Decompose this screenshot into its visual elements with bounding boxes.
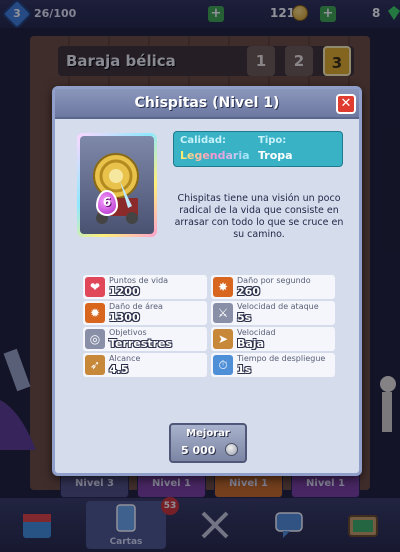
sword-icon: ⚔ [213,303,233,323]
card-description: Chispitas tiene una visión un poco radic… [174,193,344,240]
upgrade-cost: 5 000 [181,444,216,457]
stat-value: Terrestres [109,337,173,350]
stat-label: Velocidad de ataque [237,302,319,311]
elixir-cost-icon: 6 [96,190,118,216]
quality-value: Legendaria [180,149,250,162]
card-portrait: 6 [77,133,157,237]
stat-value: Baja [237,337,265,350]
target-icon: ◎ [85,329,105,349]
stat-label: Alcance [109,354,141,363]
bow-icon: ➶ [85,355,105,375]
clock-icon: ⏱ [213,355,233,375]
stat-hitpoints: ❤ Puntos de vida 1200 [83,275,207,299]
stat-range: ➶ Alcance 4.5 [83,353,207,377]
stat-deploy-time: ⏱ Tiempo de despliegue 1s [211,353,335,377]
coin-icon [225,443,238,456]
stat-targets: ◎ Objetivos Terrestres [83,327,207,351]
modal-title: Chispitas (Nivel 1) [134,95,280,111]
stat-value: 1200 [109,285,140,298]
sparky-card-art: 6 [80,136,154,234]
close-button[interactable]: ✕ [336,94,356,114]
card-info-modal: Chispitas (Nivel 1) ✕ 6 Calidad: Tipo: L… [52,86,362,476]
stat-label: Daño de área [109,302,163,311]
stat-label: Daño por segundo [237,276,311,285]
stat-value: 1s [237,363,252,376]
stat-label: Velocidad [237,328,276,337]
stat-speed: ➤ Velocidad Baja [211,327,335,351]
card-attributes-box: Calidad: Tipo: Legendaria Tropa [173,131,343,167]
stat-area-damage: ✹ Daño de área 1300 [83,301,207,325]
type-value: Tropa [258,149,293,162]
stat-value: 1300 [109,311,140,324]
stat-dps: ✸ Daño por segundo 260 [211,275,335,299]
explosion-icon: ✸ [213,277,233,297]
upgrade-label: Mejorar [186,428,230,439]
stat-value: 4.5 [109,363,129,376]
upgrade-button[interactable]: Mejorar 5 000 [169,423,247,463]
sparky-icon [93,153,139,224]
stat-label: Puntos de vida [109,276,169,285]
stat-value: 260 [237,285,260,298]
heart-icon: ❤ [85,277,105,297]
stat-label: Objetivos [109,328,147,337]
stat-attack-speed: ⚔ Velocidad de ataque 5s [211,301,335,325]
area-damage-icon: ✹ [85,303,105,323]
quality-label: Calidad: [180,135,227,146]
type-label: Tipo: [258,135,287,146]
stat-value: 5s [237,311,252,324]
stat-label: Tiempo de despliegue [237,354,326,363]
boot-icon: ➤ [213,329,233,349]
